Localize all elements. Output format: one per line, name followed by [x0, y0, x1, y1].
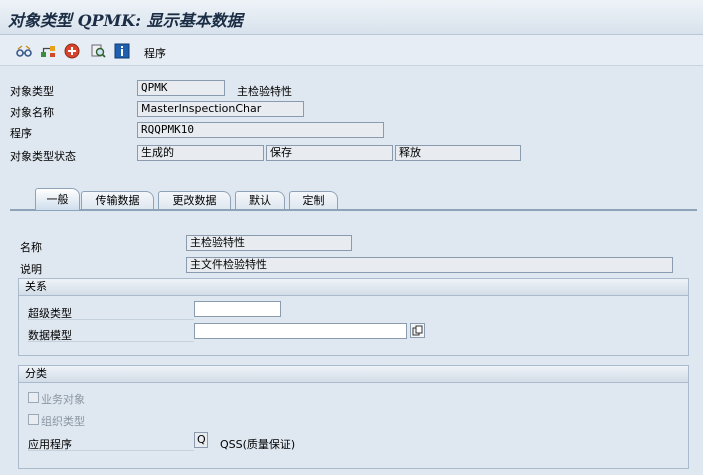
title-bar: 对象类型 QPMK: 显示基本数据 — [0, 0, 703, 35]
tab-general[interactable]: 一般 — [35, 188, 80, 210]
object-name-label: 对象名称 — [10, 106, 54, 119]
business-object-label: 业务对象 — [41, 393, 85, 406]
hierarchy-icon[interactable] — [40, 43, 56, 59]
object-type-status-label: 对象类型状态 — [10, 150, 76, 163]
page-title: 对象类型 QPMK: 显示基本数据 — [8, 11, 243, 30]
program-button[interactable]: 程序 — [144, 45, 166, 61]
name-label: 名称 — [20, 241, 42, 254]
data-model-label-underline — [28, 341, 194, 342]
supertype-field[interactable] — [194, 301, 281, 317]
tab-defaults[interactable]: 默认 — [235, 191, 285, 210]
application-label-underline — [28, 450, 194, 451]
tab-customizing[interactable]: 定制 — [289, 191, 338, 210]
copy-icon[interactable] — [410, 323, 425, 338]
info-icon[interactable] — [114, 43, 130, 59]
relations-group-title: 关系 — [19, 279, 688, 296]
tab-strip: 一般 传输数据 更改数据 默认 定制 — [0, 188, 703, 210]
object-type-label: 对象类型 — [10, 85, 54, 98]
tab-transport-data[interactable]: 传输数据 — [81, 191, 154, 210]
data-model-field[interactable] — [194, 323, 407, 339]
object-name-field[interactable]: MasterInspectionChar — [137, 101, 304, 117]
program-label: 程序 — [10, 127, 32, 140]
object-type-field[interactable]: QPMK — [137, 80, 225, 96]
general-tab-panel: 名称 主检验特性 说明 主文件检验特性 关系 超级类型 数据模型 分类 业务对象… — [10, 209, 697, 475]
relations-group: 关系 超级类型 数据模型 — [18, 278, 689, 356]
name-field[interactable]: 主检验特性 — [186, 235, 352, 251]
description-field[interactable]: 主文件检验特性 — [186, 257, 673, 273]
object-type-description: 主检验特性 — [237, 85, 292, 98]
org-type-label: 组织类型 — [41, 415, 85, 428]
tab-change-data[interactable]: 更改数据 — [158, 191, 231, 210]
status-saved-field[interactable]: 保存 — [266, 145, 393, 161]
supertype-label-underline — [28, 319, 194, 320]
description-label: 说明 — [20, 263, 42, 276]
status-generated-field[interactable]: 生成的 — [137, 145, 264, 161]
classification-group: 分类 业务对象 组织类型 应用程序 Q QSS(质量保证) — [18, 365, 689, 469]
glasses-icon[interactable] — [16, 43, 32, 59]
application-description: QSS(质量保证) — [220, 438, 296, 451]
find-icon[interactable] — [90, 43, 106, 59]
status-released-field[interactable]: 释放 — [395, 145, 521, 161]
red-circle-icon[interactable] — [64, 43, 80, 59]
classification-group-title: 分类 — [19, 366, 688, 383]
program-field[interactable]: RQQPMK10 — [137, 122, 384, 138]
org-type-checkbox[interactable] — [28, 414, 39, 425]
application-field[interactable]: Q — [194, 432, 208, 448]
toolbar: 程序 — [0, 35, 703, 66]
business-object-checkbox[interactable] — [28, 392, 39, 403]
